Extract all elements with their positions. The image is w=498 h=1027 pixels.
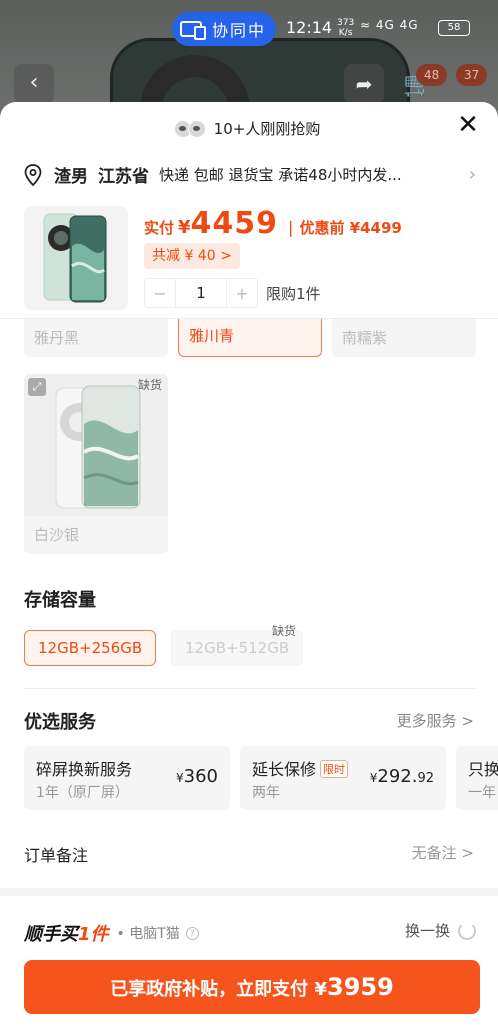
share-icon: ➦ [344,64,384,104]
service-card-screen[interactable]: 碎屏换新服务 1年（原厂屏） ¥360 [24,746,230,810]
collab-pill[interactable]: 协同中 [172,12,276,46]
service-term: 一年 [468,785,496,801]
service-price-cents: 92 [417,771,434,786]
out-of-stock-tag: 缺货 [272,624,297,638]
product-thumbnail[interactable] [24,206,128,310]
promo-brand-suffix: 1件 [78,924,109,945]
buyer-avatars [173,119,206,138]
recipient-name: 渣男 [54,167,88,187]
storage-option-256[interactable]: 12GB+256GB [24,630,157,666]
quantity-stepper: − 1 + [144,278,258,308]
price-value: 4459 [190,206,279,241]
color-option-black[interactable]: 雅丹黑 [24,319,168,357]
collab-label: 协同中 [212,21,267,40]
purchase-limit: 限购1件 [266,285,321,303]
pay-amount: 3959 [327,973,394,1001]
order-remark-label: 订单备注 [24,846,89,865]
service-name-text: 延长保修 [252,760,317,779]
limited-tag: 限时 [320,760,349,778]
service-term: 1年（原厂屏） [36,785,129,801]
storage-title: 存储容量 [24,590,96,611]
signal-text: 4G 4G [375,18,419,32]
quantity-value[interactable]: 1 [175,279,227,307]
out-of-stock-tag: 缺货 [137,378,162,392]
color-option-silver[interactable]: ⤢ 缺货 白沙银 [24,374,168,554]
add-on-promo: 顺手买1件 • 电脑T猫 ? 换一换 [24,920,476,946]
color-option-green[interactable]: 雅川青 [178,319,322,357]
status-bar: 协同中 12:14 373 K/s ≈ 4G 4G 58 [0,0,498,56]
minus-button[interactable]: − [145,284,175,303]
back-arrow-icon: ‹ [14,64,54,104]
chevron-right-icon: › [468,164,476,185]
swap-label: 换一换 [404,922,450,940]
color-option-purple[interactable]: 南糯紫 [332,319,476,357]
message-badge: 37 [456,64,488,86]
bottom-bar: 顺手买1件 • 电脑T猫 ? 换一换 已享政府补贴，立即支付 ¥3959 [0,888,498,1027]
price-label: 实付 [144,219,175,237]
buyers-text: 10+人刚刚抢购 [213,120,321,138]
status-time: 12:14 [286,18,333,37]
recent-buyers: 10+人刚刚抢购 [0,118,498,139]
sku-sheet: 10+人刚刚抢购 ✕ 渣男 江苏省 快递 包邮 退货宝 承诺48小时内发... … [0,102,498,1027]
service-name: 碎屏换新服务 [36,760,133,779]
help-icon[interactable]: ? [185,926,199,940]
net-speed-value: 373 [337,18,355,28]
order-remark-value[interactable]: 无备注 > [412,842,474,863]
refresh-icon [458,921,476,940]
pay-currency: ¥ [314,979,327,1000]
services-title: 优选服务 [24,712,96,733]
recipient-province: 江苏省 [98,167,149,187]
swap-button[interactable]: 换一换 [405,920,476,941]
service-currency: ¥ [176,771,184,785]
price-row: 实付 ¥ 4459 | 优惠前 ¥4499 [144,206,402,241]
more-services-link[interactable]: 更多服务 > [397,710,474,731]
net-speed: 373 K/s [337,18,354,38]
net-speed-unit: K/s [338,28,353,38]
discount-badge[interactable]: 共减 ¥ 40 > [144,243,240,269]
color-label-silver: 白沙银 [34,526,80,544]
expand-icon[interactable]: ⤢ [28,378,46,396]
price-currency: ¥ [178,217,191,238]
service-card-replace[interactable]: 只换 一年 [456,746,498,810]
promo-store: • 电脑T猫 [116,926,180,942]
pay-button[interactable]: 已享政府补贴，立即支付 ¥3959 [24,960,480,1014]
signal-icons: ≈ 4G 4G [360,18,419,32]
promo-brand: 顺手买1件 [24,920,109,946]
silver-phone-image [24,374,168,516]
cart-badge: 48 [416,64,448,86]
location-pin-icon [24,163,42,186]
promo-brand-prefix: 顺手买 [24,924,78,945]
price-before-discount: 优惠前 ¥4499 [299,219,402,237]
wifi-icon: ≈ [360,18,372,32]
service-name: 只换 [468,760,498,779]
address-row[interactable]: 渣男 江苏省 快递 包邮 退货宝 承诺48小时内发... › [24,162,476,187]
service-price: ¥292.92 [370,766,434,787]
service-card-warranty[interactable]: 延长保修 限时 两年 ¥292.92 [240,746,446,810]
plus-button[interactable]: + [227,284,257,303]
phone-image [55,385,141,509]
battery-icon: 58 [438,20,470,36]
avatar [187,119,206,138]
multi-screen-icon [180,21,206,40]
phone-image [43,213,107,303]
service-price: ¥360 [176,766,218,787]
price-separator: | [288,218,294,237]
service-price-value: 360 [183,766,218,787]
close-icon[interactable]: ✕ [456,112,480,138]
pay-label: 已享政府补贴，立即支付 [110,979,309,1000]
service-name: 延长保修 限时 [252,756,349,780]
service-price-value: 292. [377,766,418,787]
service-term: 两年 [252,785,280,801]
divider [24,688,476,689]
delivery-services: 快递 包邮 退货宝 承诺48小时内发... [159,166,402,184]
